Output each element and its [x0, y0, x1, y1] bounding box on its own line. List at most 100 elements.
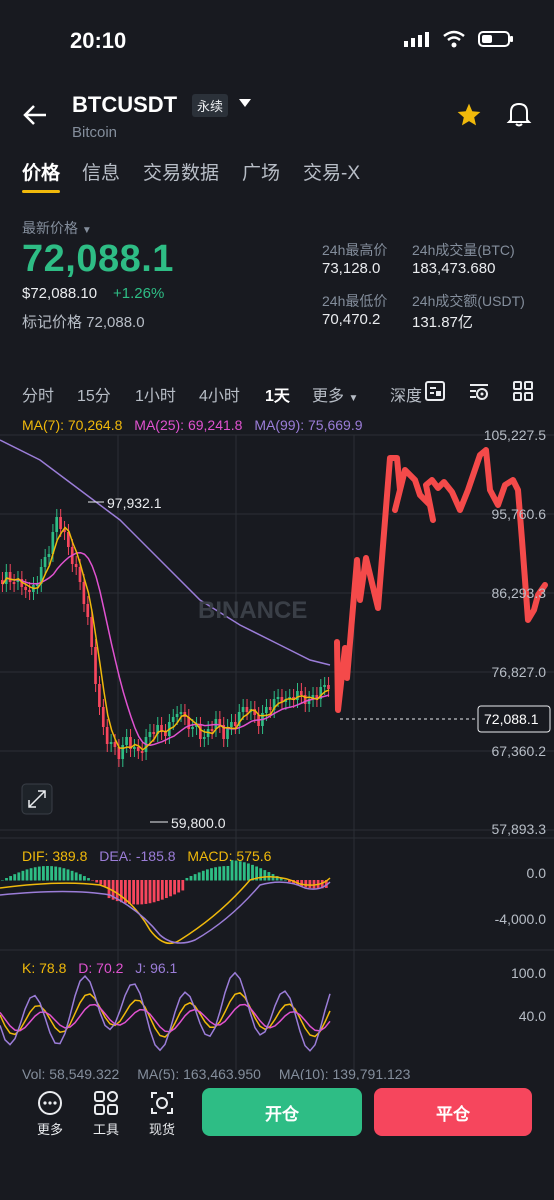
kline-chart[interactable]: 97,932.1 59,800.0 BINANCE 72,088.1 105,2…: [0, 410, 554, 1080]
macd-bar: [201, 870, 205, 881]
macd-bar: [29, 868, 33, 881]
macd-bar: [46, 866, 49, 881]
candle: [43, 557, 47, 567]
candle: [218, 719, 222, 725]
macd-bar: [156, 880, 160, 902]
interval-timeshare[interactable]: 分时: [22, 382, 54, 406]
interval-more-label: 更多: [312, 388, 345, 405]
macd-bar: [74, 872, 78, 881]
low-label: 24h最低价: [322, 293, 388, 309]
interval-more[interactable]: 更多 ▼: [312, 382, 358, 406]
candle: [82, 582, 86, 604]
candle: [140, 751, 144, 753]
macd-bar: [181, 880, 185, 891]
j-line: [0, 971, 331, 1052]
candle: [268, 707, 272, 710]
macd-bar: [99, 880, 103, 885]
close-position-button[interactable]: 平仓: [374, 1088, 532, 1136]
macd-bar: [132, 880, 135, 905]
caret-down-icon: ▼: [81, 225, 92, 236]
chart-settings-icon[interactable]: [424, 380, 446, 402]
contract-badge: 永续: [192, 94, 229, 117]
mark-price: 标记价格 72,088.0: [22, 314, 145, 331]
interval-depth[interactable]: 深度: [390, 382, 422, 406]
macd-bar: [103, 880, 107, 887]
macd-bar: [304, 880, 308, 888]
candle: [109, 742, 113, 744]
tab-trading-data[interactable]: 交易数据: [143, 158, 219, 185]
macd-bar: [33, 867, 37, 881]
spot-icon: [151, 1092, 173, 1114]
candle: [47, 554, 51, 557]
amount-value: 131.87亿: [412, 314, 473, 331]
bell-icon[interactable]: [506, 100, 532, 128]
caret-down-icon: ▼: [348, 393, 359, 404]
macd-bar: [222, 866, 226, 881]
volume-value: 183,473.680: [412, 260, 496, 277]
macd-bar: [173, 880, 176, 895]
status-bar: 20:10: [0, 0, 554, 80]
open-position-button[interactable]: 开仓: [202, 1088, 362, 1136]
back-arrow-icon[interactable]: [22, 104, 48, 126]
macd-bar: [238, 861, 242, 881]
grid-layout-icon[interactable]: [512, 380, 534, 402]
last-price-label[interactable]: 最新价格 ▼: [22, 218, 92, 238]
header: BTCUSDT 永续 Bitcoin: [0, 86, 554, 146]
candle: [12, 582, 16, 584]
battery-icon: [478, 31, 513, 47]
interval-4h[interactable]: 4小时: [199, 382, 240, 406]
nav-more[interactable]: 更多: [28, 1090, 72, 1138]
more-icon: [38, 1091, 62, 1115]
macd-bar: [185, 877, 189, 881]
macd-bar: [148, 880, 152, 904]
tab-trade-x[interactable]: 交易-X: [303, 158, 360, 185]
macd-bar: [70, 870, 74, 881]
star-icon[interactable]: [456, 102, 482, 128]
tab-price[interactable]: 价格: [22, 158, 60, 185]
tab-indicator: [22, 190, 60, 193]
tab-square[interactable]: 广场: [242, 158, 280, 185]
volume-label: 24h成交量(BTC): [412, 242, 515, 258]
tab-info[interactable]: 信息: [82, 158, 120, 185]
symbol-title[interactable]: BTCUSDT: [72, 92, 177, 118]
high-label: 24h最高价: [322, 242, 388, 258]
price-axis-1: 105,227.5: [484, 427, 546, 443]
candle: [233, 722, 237, 726]
macd-bar: [218, 866, 222, 881]
macd-bar: [87, 878, 90, 881]
candle: [121, 745, 125, 759]
candle: [152, 732, 156, 734]
macd-bar: [58, 867, 62, 881]
interval-15m[interactable]: 15分: [77, 382, 111, 406]
macd-bar: [25, 869, 29, 881]
macd-bar: [78, 874, 82, 881]
macd-bar: [83, 876, 86, 881]
interval-1h[interactable]: 1小时: [135, 382, 176, 406]
macd-bar: [42, 866, 45, 881]
macd-bar: [283, 879, 287, 881]
dif-label: DIF: 389.8: [22, 848, 88, 864]
nav-spot-label: 现货: [148, 1122, 175, 1137]
macd-bar: [136, 880, 140, 905]
macd-bar: [17, 872, 21, 881]
candle: [175, 714, 179, 717]
macd-bar: [259, 868, 263, 881]
macd-bar: [21, 870, 25, 881]
k-label: K: 78.8: [22, 960, 67, 976]
candle: [90, 617, 93, 647]
nav-spot[interactable]: 现货: [140, 1090, 184, 1138]
nav-tools[interactable]: 工具: [84, 1090, 128, 1138]
macd-axis-top: 0.0: [527, 865, 547, 881]
candle: [78, 567, 82, 582]
candle: [133, 747, 136, 749]
interval-1d[interactable]: 1天: [265, 382, 290, 406]
signal-icon: [404, 32, 429, 47]
candle: [148, 732, 152, 737]
macd-bar: [247, 863, 250, 881]
macd-bar: [206, 869, 209, 881]
high-value: 73,128.0: [322, 260, 381, 277]
candle: [28, 590, 31, 592]
chevron-down-icon[interactable]: [238, 98, 252, 108]
candle: [94, 647, 97, 684]
indicator-icon[interactable]: [468, 380, 490, 402]
